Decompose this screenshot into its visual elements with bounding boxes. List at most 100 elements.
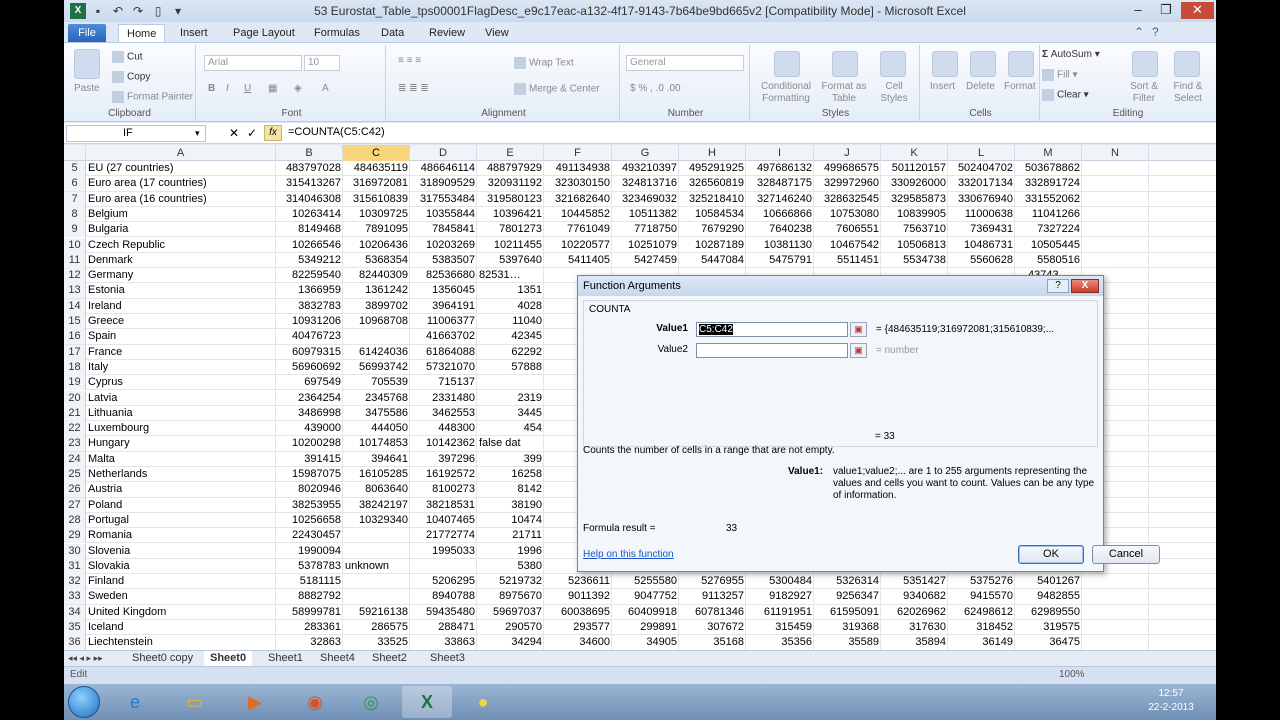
cell-g[interactable]: 5427459 (612, 253, 679, 268)
cell-d[interactable]: 3462553 (410, 406, 477, 421)
cell-d[interactable]: 486646114 (410, 161, 477, 176)
cell-i[interactable]: 315459 (746, 620, 814, 635)
cell-h[interactable]: 307672 (679, 620, 746, 635)
cell-c[interactable]: 16105285 (343, 467, 410, 482)
cell-h[interactable]: 10584534 (679, 207, 746, 222)
cell-h[interactable]: 9113257 (679, 589, 746, 604)
cell-a[interactable]: Germany (86, 268, 276, 283)
cell-a[interactable]: Belgium (86, 207, 276, 222)
cell-a[interactable]: EU (27 countries) (86, 161, 276, 176)
cell-f[interactable]: 34600 (544, 635, 612, 650)
row-header[interactable]: 33 (64, 589, 86, 605)
cell-a[interactable]: Finland (86, 574, 276, 589)
cell-c[interactable]: 7891095 (343, 222, 410, 237)
cell-c[interactable]: 3899702 (343, 299, 410, 314)
cell-e[interactable]: 21711 (477, 528, 544, 543)
conditional-formatting-icon[interactable] (774, 51, 800, 77)
format-as-table-button[interactable]: Format as Table (818, 81, 870, 105)
bold-icon[interactable]: B (208, 83, 215, 94)
cell-b[interactable]: 10931206 (276, 314, 343, 329)
cell-c[interactable]: 2345768 (343, 391, 410, 406)
cell-f[interactable]: 293577 (544, 620, 612, 635)
minimize-button[interactable]: – (1125, 2, 1151, 19)
cell-h[interactable]: 10287189 (679, 238, 746, 253)
sheet-tab[interactable]: Sheet0 (204, 651, 253, 666)
cell-c[interactable]: 394641 (343, 452, 410, 467)
cell-c[interactable]: 56993742 (343, 360, 410, 375)
cell-a[interactable]: Latvia (86, 391, 276, 406)
row-header[interactable]: 10 (64, 237, 86, 253)
cell-b[interactable]: 22430457 (276, 528, 343, 543)
cell-c[interactable]: 10329340 (343, 513, 410, 528)
excel-taskbar-icon[interactable]: X (402, 686, 452, 718)
cell-a[interactable]: Malta (86, 452, 276, 467)
cell-d[interactable]: 5206295 (410, 574, 477, 589)
media-player-icon[interactable]: ▶ (230, 686, 280, 718)
cell-e[interactable]: 399 (477, 452, 544, 467)
cell-e[interactable]: 1996 (477, 544, 544, 559)
cell-d[interactable]: 8940788 (410, 589, 477, 604)
cell-a[interactable]: Greece (86, 314, 276, 329)
cell-d[interactable]: 57321070 (410, 360, 477, 375)
cell-l[interactable]: 5375276 (948, 574, 1015, 589)
cell-b[interactable]: 82259540 (276, 268, 343, 283)
cell-g[interactable]: 10511382 (612, 207, 679, 222)
tab-formulas[interactable]: Formulas (306, 24, 368, 42)
cell-b[interactable]: 391415 (276, 452, 343, 467)
cell-a[interactable]: Italy (86, 360, 276, 375)
autosum-button[interactable]: Σ AutoSum ▾ (1042, 49, 1100, 60)
row-header[interactable]: 16 (64, 329, 86, 345)
cell-g[interactable]: 7718750 (612, 222, 679, 237)
cell-k[interactable]: 7563710 (881, 222, 948, 237)
cell-f[interactable]: 323030150 (544, 176, 612, 191)
cell-c[interactable]: 705539 (343, 375, 410, 390)
cell-e[interactable]: 7801273 (477, 222, 544, 237)
cell-e[interactable]: 10211455 (477, 238, 544, 253)
row-header[interactable]: 12 (64, 268, 86, 284)
cell-c[interactable] (343, 329, 410, 344)
cell-e[interactable] (477, 375, 544, 390)
cell-e[interactable]: 11040 (477, 314, 544, 329)
cell-c[interactable]: 1361242 (343, 283, 410, 298)
cell-d[interactable] (410, 559, 477, 574)
row-header[interactable]: 19 (64, 375, 86, 391)
delete-cells-icon[interactable] (970, 51, 996, 77)
dialog-close-button[interactable]: X (1071, 279, 1099, 293)
cell-j[interactable]: 61595091 (814, 605, 881, 620)
cell-b[interactable]: 56960692 (276, 360, 343, 375)
cell-a[interactable]: Spain (86, 329, 276, 344)
cell-c[interactable]: 286575 (343, 620, 410, 635)
cell-a[interactable]: Czech Republic (86, 238, 276, 253)
insert-cells-button[interactable]: Insert (930, 81, 955, 92)
cell-g[interactable]: 493210397 (612, 161, 679, 176)
tab-insert[interactable]: Insert (172, 24, 216, 42)
confirm-entry-icon[interactable]: ✓ (247, 126, 257, 140)
cell-a[interactable]: Bulgaria (86, 222, 276, 237)
row-header[interactable]: 5 (64, 161, 86, 176)
cell-d[interactable]: 8100273 (410, 482, 477, 497)
sheet-nav-icon[interactable]: ◂◂ ◂ ▸ ▸▸ (68, 651, 103, 666)
column-header-k[interactable]: K (881, 145, 948, 161)
copy-button[interactable]: Copy (112, 71, 150, 83)
delete-cells-button[interactable]: Delete (966, 81, 995, 92)
align-top-icon[interactable]: ≡ ≡ ≡ (398, 55, 421, 66)
row-header[interactable]: 20 (64, 390, 86, 406)
cell-m[interactable]: 9482855 (1015, 589, 1082, 604)
cell-j[interactable]: 7606551 (814, 222, 881, 237)
cell-e[interactable]: 10396421 (477, 207, 544, 222)
sheet-tab[interactable]: Sheet0 copy (126, 651, 199, 666)
cell-i[interactable]: 5475791 (746, 253, 814, 268)
cell-b[interactable]: 10263414 (276, 207, 343, 222)
ok-button[interactable]: OK (1018, 545, 1084, 564)
cell-a[interactable]: Netherlands (86, 467, 276, 482)
column-header-f[interactable]: F (544, 145, 612, 161)
cell-m[interactable]: 62989550 (1015, 605, 1082, 620)
cell-e[interactable]: 57888 (477, 360, 544, 375)
cell-a[interactable]: Hungary (86, 436, 276, 451)
cell-i[interactable]: 327146240 (746, 192, 814, 207)
row-header[interactable]: 29 (64, 528, 86, 544)
cell-d[interactable]: 448300 (410, 421, 477, 436)
cell-f[interactable]: 321682640 (544, 192, 612, 207)
name-box-dropdown-icon[interactable]: ▾ (195, 128, 200, 139)
cell-i[interactable]: 7640238 (746, 222, 814, 237)
